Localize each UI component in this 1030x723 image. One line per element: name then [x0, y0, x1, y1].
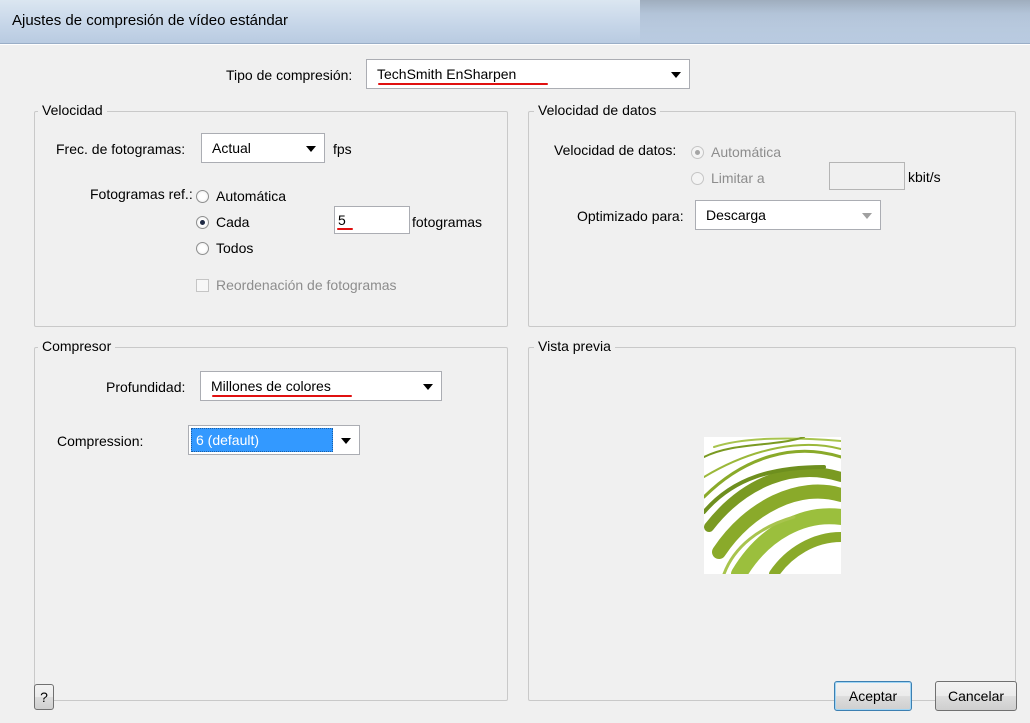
data-rate-label: Velocidad de datos:: [554, 142, 677, 158]
data-rate-limit-input[interactable]: [829, 162, 905, 190]
chevron-down-icon: [862, 213, 872, 219]
keyframes-auto-label[interactable]: Automática: [216, 188, 286, 204]
reorder-frames-label: Reordenación de fotogramas: [216, 277, 397, 293]
chevron-down-icon: [671, 72, 681, 78]
red-annotation-underline: [378, 83, 548, 85]
optimized-for-select[interactable]: Descarga: [695, 200, 881, 230]
preview-artwork: [702, 436, 849, 582]
keyframes-every-radio[interactable]: [196, 216, 209, 229]
dialog-body: Tipo de compresión: TechSmith EnSharpen …: [0, 44, 1030, 723]
compression-type-label: Tipo de compresión:: [226, 67, 353, 83]
keyframes-every-input[interactable]: 5: [334, 206, 410, 234]
red-annotation-underline: [212, 395, 352, 397]
help-button[interactable]: ?: [34, 684, 54, 710]
compression-selected-value: 6 (default): [191, 428, 333, 452]
chevron-down-icon: [341, 438, 351, 444]
compressor-group-title: Compresor: [38, 338, 116, 354]
kbits-unit: kbit/s: [908, 169, 941, 185]
title-bar[interactable]: Ajustes de compresión de vídeo estándar: [0, 0, 1030, 44]
window-title: Ajustes de compresión de vídeo estándar: [12, 12, 288, 29]
fps-unit: fps: [333, 141, 352, 157]
red-annotation-underline: [337, 228, 353, 230]
data-rate-auto-radio[interactable]: [691, 146, 704, 159]
keyframes-all-label[interactable]: Todos: [216, 240, 253, 256]
cancel-button[interactable]: Cancelar: [935, 681, 1017, 711]
optimized-for-label: Optimizado para:: [577, 208, 684, 224]
depth-value: Millones de colores: [211, 378, 331, 394]
data-rate-limit-label: Limitar a: [711, 170, 765, 186]
frames-unit: fotogramas: [412, 214, 483, 230]
compression-select[interactable]: 6 (default): [188, 425, 360, 455]
data-rate-auto-label: Automática: [711, 144, 782, 160]
ok-button[interactable]: Aceptar: [834, 681, 912, 711]
compression-type-value: TechSmith EnSharpen: [377, 66, 517, 82]
reorder-frames-checkbox[interactable]: [196, 279, 209, 292]
data-rate-limit-radio[interactable]: [691, 172, 704, 185]
chevron-down-icon: [423, 384, 433, 390]
frame-rate-value: Actual: [212, 140, 251, 156]
dialog-window: Ajustes de compresión de vídeo estándar …: [0, 0, 1030, 723]
frame-rate-label: Frec. de fotogramas:: [56, 141, 186, 157]
keyframes-label: Fotogramas ref.:: [90, 186, 193, 202]
keyframes-every-label[interactable]: Cada: [216, 214, 249, 230]
keyframes-all-radio[interactable]: [196, 242, 209, 255]
preview-image: [702, 436, 849, 582]
keyframes-auto-radio[interactable]: [196, 190, 209, 203]
background-window-ghost: [640, 0, 1030, 44]
speed-group-title: Velocidad: [38, 102, 107, 118]
keyframes-every-value: 5: [338, 212, 346, 228]
optimized-for-value: Descarga: [706, 207, 766, 223]
chevron-down-icon: [306, 146, 316, 152]
data-rate-group-title: Velocidad de datos: [534, 102, 661, 118]
preview-group-title: Vista previa: [534, 338, 615, 354]
compression-label: Compression:: [57, 433, 144, 449]
frame-rate-select[interactable]: Actual: [201, 133, 325, 163]
depth-label: Profundidad:: [106, 379, 186, 395]
